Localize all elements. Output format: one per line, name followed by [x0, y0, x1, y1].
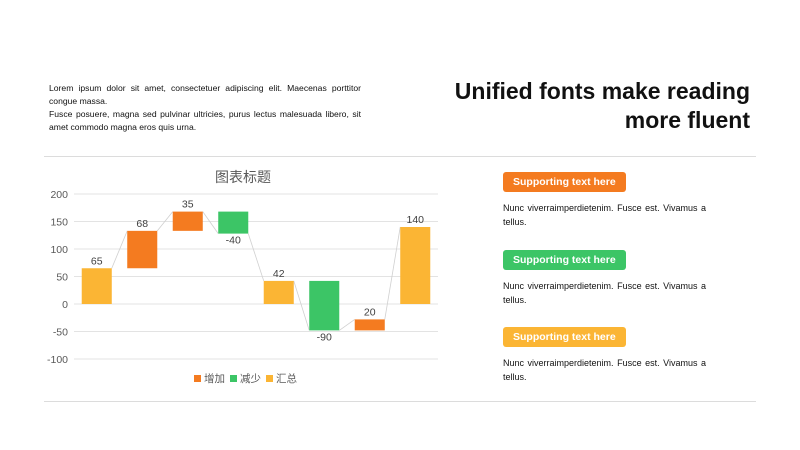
supporting-badge-3: Supporting text here: [503, 327, 626, 347]
y-tick-label: -50: [53, 327, 68, 339]
supporting-text-2: Nunc viverraimperdietenim. Fusce est. Vi…: [503, 281, 706, 305]
supporting-badge-2: Supporting text here: [503, 250, 626, 270]
gridlines: [74, 193, 438, 360]
supporting-item-3: Supporting text here Nunc viverraimperdi…: [503, 327, 713, 384]
legend-swatch: [230, 375, 237, 382]
data-label: -90: [317, 331, 332, 343]
legend-swatch: [194, 375, 201, 382]
y-tick-label: 50: [56, 272, 68, 284]
connector-line: [293, 280, 310, 331]
y-tick-label: 150: [50, 217, 68, 229]
data-label: 68: [136, 218, 148, 230]
legend: 增加 减少 汇总: [194, 372, 297, 385]
data-label: 20: [364, 306, 376, 318]
supporting-text-3: Nunc viverraimperdietenim. Fusce est. Vi…: [503, 358, 706, 382]
supporting-text-1: Nunc viverraimperdietenim. Fusce est. Vi…: [503, 203, 706, 227]
y-tick-label: 200: [50, 189, 68, 201]
bars: [81, 211, 431, 331]
supporting-item-2: Supporting text here Nunc viverraimperdi…: [503, 250, 713, 307]
bar: [263, 280, 294, 304]
data-label: -40: [226, 235, 241, 247]
connector-line: [384, 226, 401, 320]
connector-line: [247, 233, 265, 282]
supporting-badge-1: Supporting text here: [503, 172, 626, 192]
y-axis-tick-labels: -100 -50 0 50 100 150 200: [47, 189, 68, 366]
chart-title: 图表标题: [215, 169, 271, 185]
connector-lines: [111, 211, 401, 331]
bar: [127, 230, 158, 269]
bar: [354, 319, 385, 331]
legend-swatch: [266, 375, 273, 382]
data-label: 42: [273, 268, 285, 280]
bar: [218, 211, 249, 234]
data-label: 35: [182, 199, 194, 211]
data-label: 65: [91, 255, 103, 267]
legend-label: 汇总: [276, 372, 297, 385]
connector-line: [111, 230, 128, 269]
connector-line: [339, 319, 355, 331]
legend-label: 增加: [204, 372, 225, 385]
bar: [400, 227, 431, 304]
connector-line: [202, 211, 219, 234]
y-tick-label: 0: [62, 299, 68, 311]
bar: [309, 280, 340, 331]
bar: [172, 211, 203, 231]
bar: [81, 268, 112, 304]
y-tick-label: -100: [47, 354, 68, 366]
legend-label: 减少: [240, 373, 261, 385]
y-tick-label: 100: [50, 244, 68, 256]
supporting-item-1: Supporting text here Nunc viverraimperdi…: [503, 172, 713, 229]
data-label: 140: [406, 214, 424, 226]
